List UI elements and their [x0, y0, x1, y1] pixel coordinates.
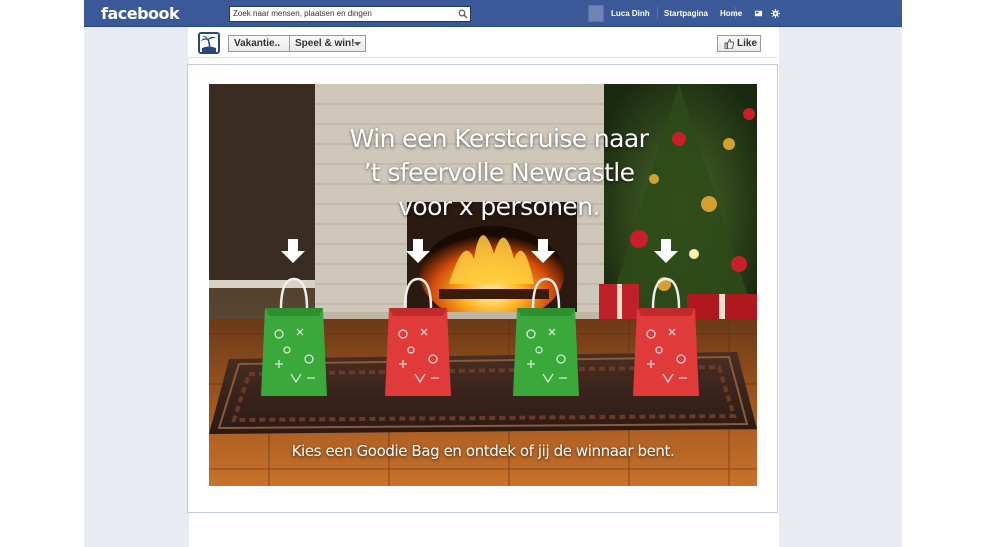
christmas-contest-scene: Win een Kerstcruise naar ’t sfeervolle N…: [209, 84, 757, 486]
privacy-icon[interactable]: [754, 9, 763, 18]
arrow-down-icon: [654, 239, 678, 263]
headline-line: voor x personen.: [398, 192, 600, 221]
contest-headline: Win een Kerstcruise naar ’t sfeervolle N…: [329, 122, 669, 224]
like-button[interactable]: Like: [717, 35, 761, 52]
headline-line: Win een Kerstcruise naar: [349, 124, 649, 153]
arrow-down-icon: [281, 239, 305, 263]
like-label: Like: [737, 38, 758, 49]
tab-label: Speel & win!: [295, 38, 355, 49]
app-name-button[interactable]: Vakantie..: [228, 35, 290, 52]
goodie-bag-3[interactable]: [509, 274, 583, 398]
avatar[interactable]: [588, 5, 604, 22]
goodie-bag-1[interactable]: [257, 274, 331, 398]
arrow-down-icon: [531, 239, 555, 263]
search-input[interactable]: Zoek naar mensen, plaatsen en dingen: [229, 6, 471, 22]
facebook-logo[interactable]: facebook: [101, 4, 180, 23]
profile-link[interactable]: Luca Dinh: [611, 9, 650, 18]
thumbs-up-icon: [724, 39, 734, 49]
headline-line: ’t sfeervolle Newcastle: [363, 158, 635, 187]
nav-home[interactable]: Home: [720, 9, 742, 18]
palm-tree-logo-icon[interactable]: [198, 32, 220, 54]
search-icon[interactable]: [458, 9, 468, 19]
goodie-bag-4[interactable]: [629, 274, 703, 398]
goodie-bag-2[interactable]: [381, 274, 455, 398]
arrow-down-icon: [406, 239, 430, 263]
nav-startpagina[interactable]: Startpagina: [664, 9, 708, 18]
settings-gear-icon[interactable]: [771, 9, 780, 18]
instruction-text: Kies een Goodie Bag en ontdek of jij de …: [291, 442, 675, 460]
app-header: Vakantie.. Speel & win! Like: [188, 27, 777, 58]
chevron-down-icon: [354, 42, 361, 46]
nav-divider: [657, 7, 658, 19]
tab-speel-en-win[interactable]: Speel & win!: [289, 35, 366, 52]
